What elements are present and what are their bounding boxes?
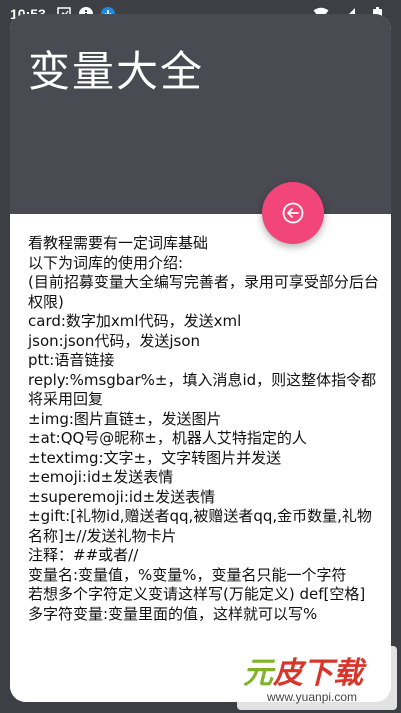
- dialog-title: 变量大全: [28, 47, 205, 96]
- back-button[interactable]: [262, 182, 324, 244]
- variables-dialog: 变量大全 看教程需要有一定词库基础 以下为词库的使用介绍: (目前招募变量大全编…: [10, 14, 391, 702]
- site-watermark: 元皮下载 www.yuanpi.com: [237, 646, 397, 710]
- watermark-url: www.yuanpi.com: [267, 690, 358, 704]
- dialog-body[interactable]: 看教程需要有一定词库基础 以下为词库的使用介绍: (目前招募变量大全编写完善者，…: [10, 214, 391, 702]
- watermark-brand-red: 皮下载: [273, 656, 363, 691]
- watermark-brand-green: 元: [243, 656, 273, 691]
- dialog-header: 变量大全: [10, 14, 391, 214]
- watermark-logo: 元皮下载: [243, 648, 363, 692]
- back-arrow-circle-icon: [282, 202, 304, 224]
- content-text: 看教程需要有一定词库基础 以下为词库的使用介绍: (目前招募变量大全编写完善者，…: [28, 234, 379, 623]
